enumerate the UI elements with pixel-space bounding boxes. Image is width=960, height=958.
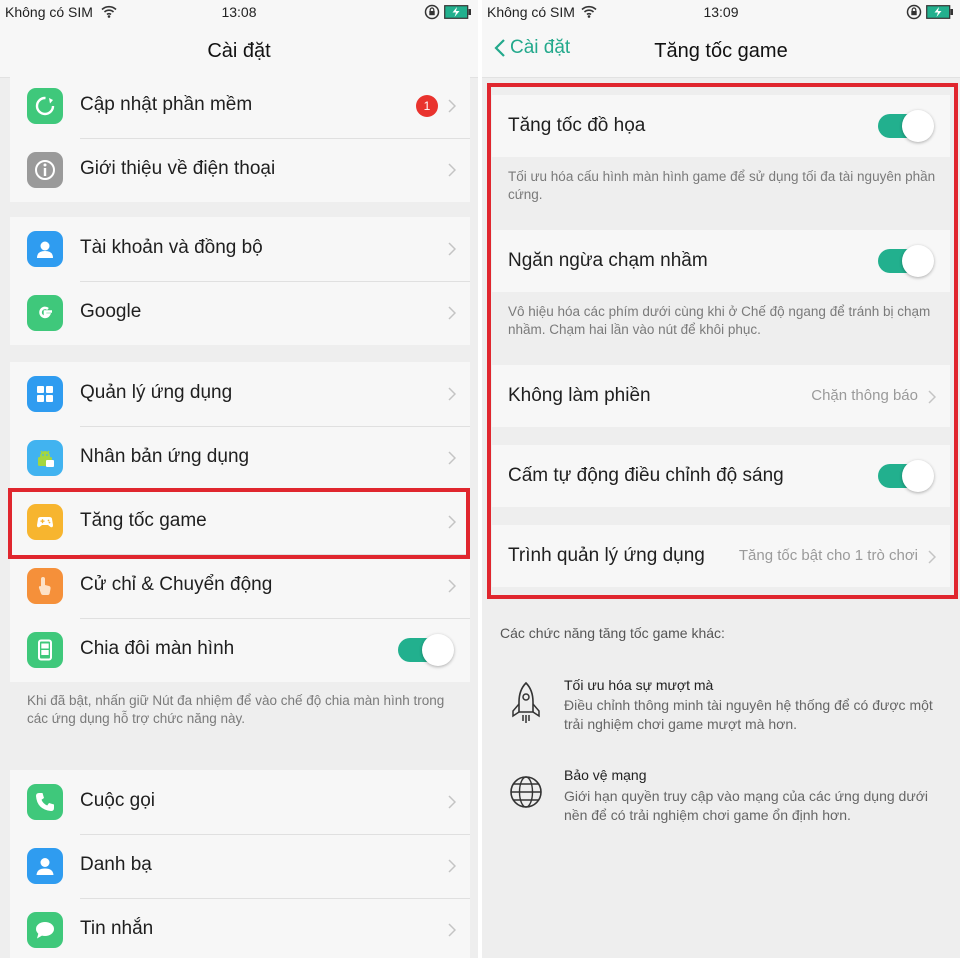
settings-item-about-phone[interactable]: Giới thiệu về điện thoại xyxy=(10,138,470,202)
settings-group-communication: Cuộc gọi Danh bạ Tin nhắn xyxy=(10,770,470,958)
gesture-icon xyxy=(27,568,63,604)
other-features-title: Các chức năng tăng tốc game khác: xyxy=(500,625,725,641)
page-title: Cài đặt xyxy=(207,40,271,62)
settings-item-google[interactable]: Google xyxy=(10,281,470,345)
settings-item-split-screen[interactable]: Chia đôi màn hình xyxy=(10,618,470,682)
settings-item-label: Nhân bản ứng dụng xyxy=(80,446,250,467)
settings-item-label: Giới thiệu về điện thoại xyxy=(80,158,276,179)
chevron-right-icon xyxy=(448,795,456,809)
split-screen-toggle[interactable] xyxy=(398,634,454,666)
settings-item-software-update[interactable]: Cập nhật phần mềm 1 xyxy=(10,74,470,138)
settings-item-label: Tài khoản và đồng bộ xyxy=(80,237,263,258)
contacts-icon xyxy=(27,848,63,884)
update-count-badge: 1 xyxy=(416,95,438,117)
game-boost-screen: Không có SIM 13:09 Cài đặt Tăng tốc game… xyxy=(482,0,960,958)
settings-item-label: Danh bạ xyxy=(80,854,152,875)
feature-description: Giới hạn quyền truy cập vào mạng của các… xyxy=(564,788,928,823)
globe-icon xyxy=(510,776,542,808)
settings-item-accounts-sync[interactable]: Tài khoản và đồng bộ xyxy=(10,217,470,281)
info-icon xyxy=(27,152,63,188)
app-clone-icon xyxy=(27,440,63,476)
settings-item-label: Chia đôi màn hình xyxy=(80,638,235,659)
update-icon xyxy=(27,88,63,124)
settings-item-app-management[interactable]: Quản lý ứng dụng xyxy=(10,362,470,426)
battery-charging-icon xyxy=(926,5,953,19)
chevron-right-icon xyxy=(448,579,456,593)
settings-item-gestures[interactable]: Cử chỉ & Chuyển động xyxy=(10,554,470,618)
rotation-lock-icon xyxy=(906,4,922,20)
status-bar: Không có SIM 13:08 xyxy=(0,0,478,24)
settings-header: Cài đặt xyxy=(0,24,478,78)
status-time: 13:08 xyxy=(221,4,257,20)
highlight-box xyxy=(487,83,958,599)
google-icon xyxy=(27,295,63,331)
settings-item-label: Quản lý ứng dụng xyxy=(80,382,233,403)
chevron-right-icon xyxy=(448,99,456,113)
status-bar: Không có SIM 13:09 xyxy=(482,0,960,24)
rotation-lock-icon xyxy=(424,4,440,20)
highlight-box xyxy=(8,488,470,559)
chevron-right-icon xyxy=(448,242,456,256)
battery-charging-icon xyxy=(444,5,471,19)
settings-item-label: Google xyxy=(80,301,142,322)
phone-icon xyxy=(27,784,63,820)
chevron-right-icon xyxy=(448,859,456,873)
page-title: Tăng tốc game xyxy=(654,40,788,62)
settings-item-app-clone[interactable]: Nhân bản ứng dụng xyxy=(10,426,470,490)
split-screen-description: Khi đã bật, nhấn giữ Nút đa nhiệm để vào… xyxy=(27,693,445,726)
messages-icon xyxy=(27,912,63,948)
app-manager-icon xyxy=(27,376,63,412)
settings-item-label: Cuộc gọi xyxy=(80,790,155,811)
game-boost-header: Cài đặt Tăng tốc game xyxy=(482,24,960,78)
settings-item-calls[interactable]: Cuộc gọi xyxy=(10,770,470,834)
settings-item-messages[interactable]: Tin nhắn xyxy=(10,898,470,958)
settings-item-label: Tin nhắn xyxy=(80,918,154,939)
settings-group-system: Cập nhật phần mềm 1 Giới thiệu về điện t… xyxy=(10,74,470,202)
feature-description: Điều chỉnh thông minh tài nguyên hệ thốn… xyxy=(564,697,933,732)
split-screen-icon xyxy=(27,632,63,668)
chevron-right-icon xyxy=(448,306,456,320)
feature-title: Tối ưu hóa sự mượt mà xyxy=(564,677,714,693)
status-time: 13:09 xyxy=(703,4,739,20)
settings-item-label: Cử chỉ & Chuyển động xyxy=(80,574,273,595)
settings-group-accounts: Tài khoản và đồng bộ Google xyxy=(10,217,470,345)
chevron-right-icon xyxy=(448,451,456,465)
rocket-icon xyxy=(512,681,540,723)
chevron-right-icon xyxy=(448,163,456,177)
feature-title: Bảo vệ mạng xyxy=(564,767,647,783)
account-icon xyxy=(27,231,63,267)
settings-item-label: Cập nhật phần mềm xyxy=(80,94,253,115)
chevron-right-icon xyxy=(448,923,456,937)
chevron-right-icon xyxy=(448,387,456,401)
settings-screen: Không có SIM 13:08 Cài đặt Cập nhật phần xyxy=(0,0,478,958)
settings-item-contacts[interactable]: Danh bạ xyxy=(10,834,470,898)
